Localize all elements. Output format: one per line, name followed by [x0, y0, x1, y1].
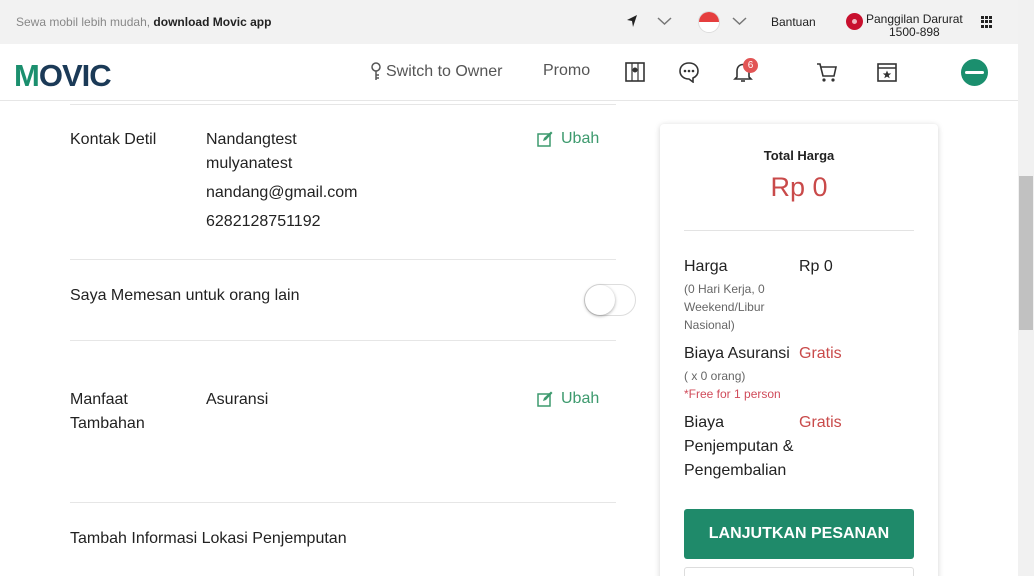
switch-to-owner-label: Switch to Owner: [386, 63, 503, 80]
insurance-free-note: *Free for 1 person: [684, 387, 781, 401]
contact-detail-label: Kontak Detil: [70, 131, 157, 148]
delivery-label-line2: Penjemputan &: [684, 438, 794, 455]
apps-grid-icon[interactable]: [981, 16, 993, 28]
contact-phone: 6282128751192: [206, 213, 321, 230]
extra-benefit-value: Asuransi: [206, 391, 269, 408]
section-divider: [70, 259, 616, 260]
contact-email: nandang@gmail.com: [206, 184, 358, 201]
section-divider: [70, 104, 616, 105]
help-link[interactable]: Bantuan: [771, 15, 816, 29]
order-for-other-label: Saya Memesan untuk orang lain: [70, 287, 300, 304]
pickup-location-info-link[interactable]: Tambah Informasi Lokasi Penjemputan: [70, 527, 347, 551]
chat-icon[interactable]: [678, 61, 700, 83]
page-scrollbar[interactable]: [1018, 0, 1034, 576]
scrollbar-thumb[interactable]: [1019, 176, 1033, 330]
voucher-star-icon[interactable]: [876, 61, 898, 83]
contact-name-first: Nandangtest: [206, 131, 297, 148]
total-price-label: Total Harga: [763, 148, 835, 163]
indonesia-flag-icon[interactable]: [698, 11, 720, 33]
summary-divider: [684, 230, 914, 231]
insurance-detail: ( x 0 orang): [684, 369, 746, 383]
toggle-knob: [585, 285, 615, 315]
price-detail-line2: Weekend/Libur: [684, 300, 765, 314]
notification-badge: 6: [743, 58, 758, 73]
cart-icon[interactable]: [816, 61, 838, 83]
promo-link[interactable]: Promo: [543, 62, 590, 80]
price-detail-line1: (0 Hari Kerja, 0: [684, 282, 765, 296]
switch-to-owner-link[interactable]: Switch to Owner: [370, 62, 502, 82]
price-label: Harga: [684, 258, 728, 275]
edit-icon: [537, 391, 553, 407]
insurance-value: Gratis: [799, 345, 842, 362]
edit-contact-button[interactable]: Ubah: [537, 130, 599, 148]
app-promo[interactable]: Sewa mobil lebih mudah, download Movic a…: [16, 15, 271, 29]
map-guide-icon[interactable]: [624, 61, 646, 83]
delivery-label-line1: Biaya: [684, 414, 725, 431]
edit-benefit-button[interactable]: Ubah: [537, 390, 599, 408]
location-arrow-icon[interactable]: [626, 14, 638, 28]
extra-benefit-label-line2: Tambahan: [70, 415, 145, 432]
price-summary-card: Total Harga Rp 0 Harga Rp 0 (0 Hari Kerj…: [660, 124, 938, 576]
price-value: Rp 0: [799, 258, 833, 275]
secondary-button[interactable]: [684, 567, 914, 576]
emergency-icon: [846, 13, 863, 30]
total-price-value: Rp 0: [770, 172, 828, 202]
edit-icon: [537, 131, 553, 147]
contact-name-last: mulyanatest: [206, 155, 293, 172]
key-icon: [371, 62, 381, 80]
section-divider: [70, 502, 616, 503]
movic-logo[interactable]: MOVIC: [14, 58, 112, 94]
insurance-label: Biaya Asuransi: [684, 345, 790, 362]
user-avatar[interactable]: [961, 59, 988, 86]
delivery-label-line3: Pengembalian: [684, 462, 787, 479]
chevron-down-icon[interactable]: [657, 16, 672, 26]
edit-benefit-label: Ubah: [561, 390, 600, 407]
language-chevron-down-icon[interactable]: [732, 16, 747, 26]
emergency-call-number: 1500-898: [889, 25, 940, 39]
emergency-call-link[interactable]: Panggilan Darurat 1500-898: [866, 13, 963, 39]
price-detail-line3: Nasional): [684, 318, 735, 332]
app-promo-text: Sewa mobil lebih mudah,: [16, 15, 154, 29]
top-strip: Sewa mobil lebih mudah, download Movic a…: [0, 0, 1018, 44]
order-for-other-toggle[interactable]: [584, 284, 636, 316]
section-divider: [70, 340, 616, 341]
edit-contact-label: Ubah: [561, 130, 600, 147]
continue-order-button[interactable]: LANJUTKAN PESANAN: [684, 509, 914, 559]
download-app-link[interactable]: download Movic app: [153, 15, 271, 29]
main-header: MOVIC Switch to Owner Promo: [0, 44, 1018, 101]
delivery-value: Gratis: [799, 414, 842, 431]
extra-benefit-label-line1: Manfaat: [70, 391, 128, 408]
